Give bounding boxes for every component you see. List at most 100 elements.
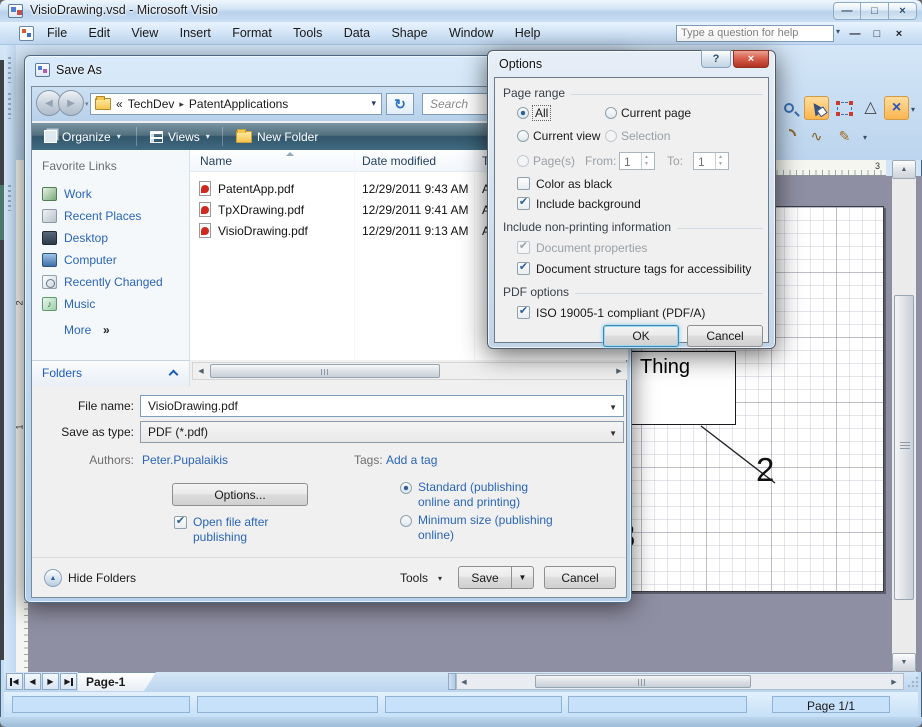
toolbar-overflow-icon[interactable]: ▾ <box>911 105 915 114</box>
menu-shape[interactable]: Shape <box>382 22 436 45</box>
list-scrollbar-thumb[interactable] <box>210 364 440 378</box>
ok-button[interactable]: OK <box>603 325 679 347</box>
freeform-tool-button[interactable]: ∿ <box>804 124 829 148</box>
save-button[interactable]: Save <box>458 566 512 589</box>
help-dropdown-icon[interactable]: ▾ <box>836 27 840 36</box>
range-current-page-radio[interactable] <box>605 107 617 119</box>
triangle-tool-button[interactable]: △ <box>858 96 883 120</box>
sidebar-more-link[interactable]: More » <box>32 320 190 342</box>
resize-grip[interactable] <box>906 675 920 689</box>
sidebar-item-work[interactable]: Work <box>32 184 190 206</box>
document-tags-label[interactable]: Document structure tags for accessibilit… <box>536 262 751 276</box>
help-question-input[interactable]: Type a question for help <box>676 25 834 42</box>
arc-tool-button[interactable] <box>776 124 801 148</box>
pointer-tool-button[interactable] <box>804 96 829 120</box>
sidebar-item-desktop[interactable]: Desktop <box>32 228 190 250</box>
dialog-help-button[interactable]: ? <box>701 50 731 68</box>
minimum-radio[interactable] <box>400 515 412 527</box>
scroll-up-button[interactable]: ▲ <box>892 160 916 179</box>
color-as-black-checkbox[interactable] <box>517 177 530 190</box>
doc-restore-button[interactable]: □ <box>867 28 887 43</box>
file-name-combo[interactable]: VisioDrawing.pdf ▼ <box>140 395 624 417</box>
combo-arrow-icon[interactable]: ▼ <box>609 403 617 412</box>
list-scroll-right-button[interactable]: ▶ <box>612 364 626 378</box>
toolbar-grip[interactable] <box>8 93 11 119</box>
sidebar-item-music[interactable]: ♪ Music <box>32 294 190 316</box>
menu-edit[interactable]: Edit <box>80 22 120 45</box>
menu-window[interactable]: Window <box>440 22 502 45</box>
sidebar-item-recent-places[interactable]: Recent Places <box>32 206 190 228</box>
x-tool-button[interactable]: × <box>884 96 909 120</box>
combo-arrow-icon[interactable]: ▼ <box>609 429 617 438</box>
column-header-name[interactable]: Name <box>200 154 232 168</box>
list-scroll-left-button[interactable]: ◀ <box>194 364 208 378</box>
minimize-button[interactable]: — <box>833 2 861 20</box>
iso-compliant-label[interactable]: ISO 19005-1 compliant (PDF/A) <box>536 306 705 320</box>
horizontal-scrollbar-thumb[interactable] <box>535 675 751 688</box>
close-button[interactable]: × <box>889 2 917 20</box>
list-horizontal-scrollbar[interactable]: ◀ ▶ <box>192 362 628 380</box>
tab-scroll-splitter[interactable] <box>448 673 456 690</box>
range-current-page-label[interactable]: Current page <box>621 106 691 120</box>
scroll-left-button[interactable]: ◀ <box>457 674 471 689</box>
horizontal-scrollbar[interactable]: ◀ ▶ <box>456 673 904 690</box>
range-all-radio[interactable] <box>517 107 529 119</box>
vertical-scrollbar[interactable]: ▲ ▼ <box>892 160 916 672</box>
pencil-tool-button[interactable]: ✎ <box>832 124 857 148</box>
refresh-button[interactable]: ↻ <box>386 93 414 115</box>
menu-insert[interactable]: Insert <box>171 22 220 45</box>
organize-button[interactable]: Organize ▾ <box>36 123 129 150</box>
open-after-label[interactable]: Open file after publishing <box>193 515 305 545</box>
folders-expander[interactable]: Folders <box>32 360 190 386</box>
new-folder-button[interactable]: New Folder <box>228 123 326 150</box>
tools-menu-button[interactable]: Tools <box>400 571 428 585</box>
range-all-label[interactable]: All <box>533 106 550 120</box>
save-type-combo[interactable]: PDF (*.pdf) ▼ <box>140 421 624 443</box>
range-current-view-radio[interactable] <box>517 130 529 142</box>
hide-folders-button[interactable]: ▲ <box>44 569 62 587</box>
doc-close-button[interactable]: × <box>889 28 909 43</box>
document-tags-checkbox[interactable]: ✔ <box>517 262 530 275</box>
authors-value[interactable]: Peter.Pupalaikis <box>142 453 228 467</box>
menu-view[interactable]: View <box>122 22 167 45</box>
address-breadcrumb[interactable]: « TechDev ▸ PatentApplications ▾ <box>90 93 382 115</box>
drawing-overflow-icon[interactable]: ▾ <box>863 133 867 142</box>
menu-tools[interactable]: Tools <box>284 22 331 45</box>
save-dropdown-button[interactable]: ▼ <box>511 566 534 589</box>
breadcrumb-root[interactable]: TechDev <box>128 97 175 111</box>
menu-help[interactable]: Help <box>506 22 550 45</box>
callout-number-2[interactable]: 2 <box>756 451 774 489</box>
previous-page-button[interactable]: ◀ <box>24 673 41 690</box>
range-current-view-label[interactable]: Current view <box>533 129 600 143</box>
menu-format[interactable]: Format <box>223 22 281 45</box>
zoom-tool-button[interactable] <box>776 96 801 120</box>
breadcrumb-collapse[interactable]: « <box>116 97 123 111</box>
doc-minimize-button[interactable]: — <box>845 28 865 43</box>
options-cancel-button[interactable]: Cancel <box>687 325 763 347</box>
standard-radio[interactable] <box>400 482 412 494</box>
thing-shape[interactable]: Thing <box>629 351 736 425</box>
forward-button[interactable]: ▶ <box>58 90 84 116</box>
restore-button[interactable]: □ <box>861 2 889 20</box>
minimum-radio-label[interactable]: Minimum size (publishing online) <box>418 513 568 543</box>
vertical-scrollbar-thumb[interactable] <box>894 295 914 600</box>
open-after-checkbox[interactable]: ✔ <box>174 516 187 529</box>
options-button[interactable]: Options... <box>172 483 308 506</box>
address-dropdown-icon[interactable]: ▾ <box>371 98 376 109</box>
iso-compliant-checkbox[interactable]: ✔ <box>517 306 530 319</box>
menu-data[interactable]: Data <box>335 22 379 45</box>
include-background-label[interactable]: Include background <box>536 197 641 211</box>
tags-add-link[interactable]: Add a tag <box>386 453 437 467</box>
last-page-button[interactable]: ▶ <box>60 673 77 690</box>
breadcrumb-current[interactable]: PatentApplications <box>189 97 288 111</box>
next-page-button[interactable]: ▶ <box>42 673 59 690</box>
page-tab[interactable]: Page-1 <box>78 672 156 691</box>
include-background-checkbox[interactable]: ✔ <box>517 197 530 210</box>
cancel-button[interactable]: Cancel <box>544 566 616 589</box>
history-dropdown-icon[interactable]: ▾ <box>85 100 89 108</box>
color-as-black-label[interactable]: Color as black <box>536 177 612 191</box>
column-header-modified[interactable]: Date modified <box>362 154 436 168</box>
menu-file[interactable]: File <box>38 22 76 45</box>
sidebar-item-computer[interactable]: Computer <box>32 250 190 272</box>
toolbar-grip[interactable] <box>8 185 11 211</box>
